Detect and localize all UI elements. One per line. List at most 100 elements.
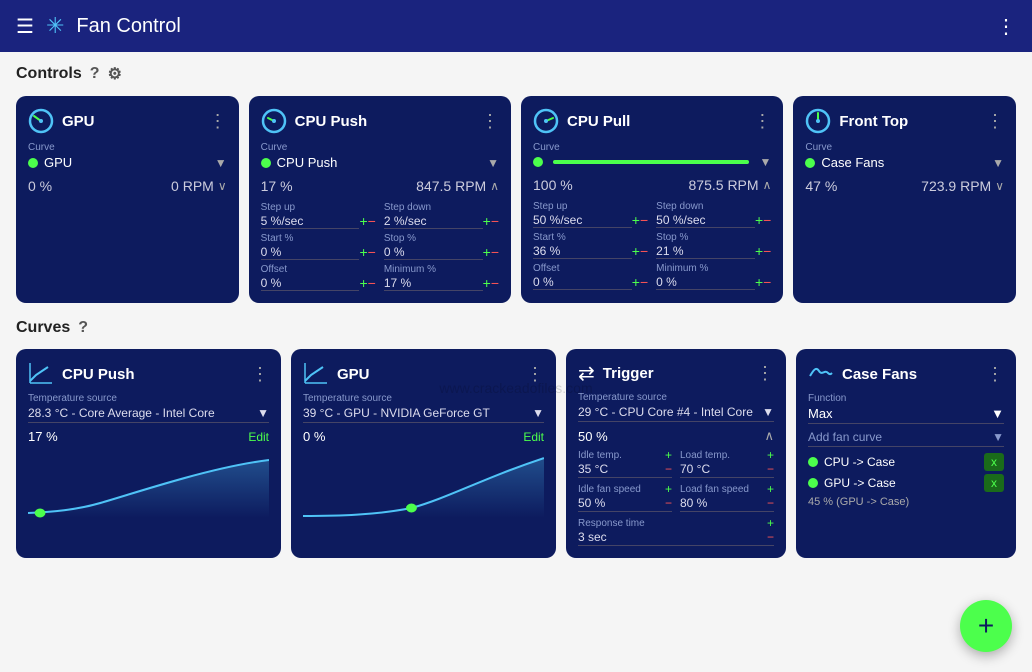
start-plus[interactable]: + — [359, 244, 367, 260]
offset-label: Offset — [261, 264, 376, 275]
cpu-pull-min-row: 0 % + − — [656, 274, 771, 290]
front-top-dropdown-arrow[interactable]: ▼ — [992, 156, 1004, 170]
curve-card-gpu-edit[interactable]: Edit — [523, 430, 544, 444]
idle-temp-label: Idle temp. — [578, 450, 622, 461]
start-minus[interactable]: − — [368, 244, 376, 260]
ctrl-card-cpu-push-curve-select-row: CPU Push ▼ — [261, 155, 499, 170]
ctrl-card-cpu-pull-curve-select-row: ▼ — [533, 155, 771, 169]
idle-fan-minus[interactable]: − — [665, 496, 672, 510]
trigger-chevron-up[interactable]: ∧ — [764, 428, 774, 444]
cpu-pull-start-plus[interactable]: + — [632, 243, 640, 259]
controls-help-icon[interactable]: ? — [90, 65, 100, 83]
load-temp-plus[interactable]: + — [767, 448, 774, 462]
stop-plus[interactable]: + — [483, 244, 491, 260]
gpu-chevron-down[interactable]: ∨ — [218, 179, 227, 193]
offset-plus[interactable]: + — [359, 275, 367, 291]
hamburger-icon[interactable]: ☰ — [16, 14, 34, 39]
fan-item-cpu-case-name: CPU -> Case — [824, 455, 895, 469]
idle-temp-minus[interactable]: − — [665, 462, 672, 476]
trigger-temp-dropdown[interactable]: ▼ — [762, 405, 774, 419]
fan-item-gpu-case: GPU -> Case x — [808, 474, 1004, 492]
curve-card-case-fans-more[interactable]: ⋮ — [986, 364, 1004, 385]
cpu-pull-min-plus[interactable]: + — [755, 274, 763, 290]
ctrl-card-gpu-more[interactable]: ⋮ — [209, 111, 227, 132]
stop-minus[interactable]: − — [491, 244, 499, 260]
response-minus[interactable]: − — [767, 530, 774, 544]
load-fan-plus[interactable]: + — [767, 482, 774, 496]
cpu-pull-min-minus[interactable]: − — [763, 274, 771, 290]
cpu-push-chevron-up[interactable]: ∧ — [490, 179, 499, 193]
idle-fan-plus[interactable]: + — [665, 482, 672, 496]
cpu-pull-dropdown-arrow[interactable]: ▼ — [759, 155, 771, 169]
curves-help-icon[interactable]: ? — [78, 319, 88, 337]
load-fan-minus[interactable]: − — [767, 496, 774, 510]
ctrl-card-gpu-curve-value[interactable]: GPU — [44, 155, 209, 170]
curve-card-gpu-more[interactable]: ⋮ — [526, 364, 544, 385]
ctrl-card-cpu-push-more[interactable]: ⋮ — [481, 111, 499, 132]
cpu-pull-step-up-minus[interactable]: − — [640, 212, 648, 228]
ctrl-card-front-top-more[interactable]: ⋮ — [986, 111, 1004, 132]
wave-icon-case-fans — [808, 361, 834, 387]
cpu-push-dropdown-arrow[interactable]: ▼ — [487, 156, 499, 170]
cpu-pull-start-minus[interactable]: − — [640, 243, 648, 259]
step-down-plus[interactable]: + — [483, 213, 491, 229]
cpu-pull-stop-minus[interactable]: − — [763, 243, 771, 259]
case-fans-add-fan-row[interactable]: Add fan curve ▼ — [808, 430, 1004, 447]
step-up-minus[interactable]: − — [368, 213, 376, 229]
load-temp-minus[interactable]: − — [767, 462, 774, 476]
step-up-plus[interactable]: + — [359, 213, 367, 229]
response-plus[interactable]: + — [767, 516, 774, 530]
ctrl-card-cpu-pull-percent: 100 % — [533, 177, 573, 193]
curve-card-gpu-temp-select[interactable]: 39 °C - GPU - NVIDIA GeForce GT ▼ — [303, 406, 544, 423]
header-more-icon[interactable]: ⋮ — [996, 14, 1016, 39]
curve-card-trigger-temp-select[interactable]: 29 °C - CPU Core #4 - Intel Core ▼ — [578, 405, 774, 422]
curve-card-cpu-push-edit[interactable]: Edit — [248, 430, 269, 444]
ctrl-card-front-top-stats: 47 % 723.9 RPM ∨ — [805, 178, 1004, 194]
idle-temp-plus[interactable]: + — [665, 448, 672, 462]
case-fans-func-dropdown[interactable]: ▼ — [991, 406, 1004, 421]
ctrl-card-cpu-pull-header: CPU Pull ⋮ — [533, 108, 771, 134]
ctrl-card-cpu-pull-more[interactable]: ⋮ — [753, 111, 771, 132]
add-fan-dropdown[interactable]: ▼ — [992, 430, 1004, 444]
load-temp-val-row: 70 °C − — [680, 462, 774, 478]
gpu-case-remove-btn[interactable]: x — [984, 474, 1004, 492]
min-plus[interactable]: + — [483, 275, 491, 291]
add-fab-button[interactable]: + — [960, 600, 1012, 652]
cpu-push-temp-dropdown[interactable]: ▼ — [257, 406, 269, 420]
cpu-pull-stop-plus[interactable]: + — [755, 243, 763, 259]
gpu-temp-dropdown[interactable]: ▼ — [532, 406, 544, 420]
controls-settings-icon[interactable]: ⚙ — [108, 64, 122, 84]
cpu-pull-step-up-col: Step up 50 %/sec + − — [533, 201, 648, 228]
cpu-pull-stop-col: Stop % 21 % + − — [656, 232, 771, 259]
cpu-case-dot — [808, 457, 818, 467]
offset-minus[interactable]: − — [368, 275, 376, 291]
min-minus[interactable]: − — [491, 275, 499, 291]
case-fans-func-select[interactable]: Max ▼ — [808, 406, 1004, 424]
load-fan-label-row: Load fan speed + — [680, 482, 774, 496]
ctrl-card-cpu-push-curve-value[interactable]: CPU Push — [277, 155, 481, 170]
cpu-push-green-dot — [261, 158, 271, 168]
front-top-chevron-down[interactable]: ∨ — [995, 179, 1004, 193]
curve-card-trigger-more[interactable]: ⋮ — [756, 363, 774, 384]
ctrl-card-front-top-curve-value[interactable]: Case Fans — [821, 155, 986, 170]
gauge-icon-cpu-pull — [533, 108, 559, 134]
step-down-label: Step down — [384, 202, 499, 213]
cpu-pull-step-down-plus[interactable]: + — [755, 212, 763, 228]
curve-card-cpu-push-more[interactable]: ⋮ — [251, 364, 269, 385]
cpu-pull-offset-minus[interactable]: − — [640, 274, 648, 290]
cpu-pull-step-up-val: 50 %/sec — [533, 213, 632, 228]
cpu-pull-chevron-up[interactable]: ∧ — [763, 178, 772, 192]
curve-card-case-fans-title: Case Fans — [842, 366, 917, 383]
cpu-pull-step-down-minus[interactable]: − — [763, 212, 771, 228]
ctrl-card-gpu-title: GPU — [62, 113, 95, 130]
cpu-pull-offset-plus[interactable]: + — [632, 274, 640, 290]
cpu-pull-slider[interactable] — [553, 160, 749, 164]
cpu-pull-offset-row: 0 % + − — [533, 274, 648, 290]
gpu-dropdown-arrow[interactable]: ▼ — [215, 156, 227, 170]
cpu-pull-step-up-plus[interactable]: + — [632, 212, 640, 228]
step-down-minus[interactable]: − — [491, 213, 499, 229]
idle-fan-col: Idle fan speed + 50 % − — [578, 482, 672, 512]
cpu-case-remove-btn[interactable]: x — [984, 453, 1004, 471]
curve-card-cpu-push-temp-select[interactable]: 28.3 °C - Core Average - Intel Core ▼ — [28, 406, 269, 423]
curve-card-trigger-percent-row: 50 % ∧ — [578, 428, 774, 444]
